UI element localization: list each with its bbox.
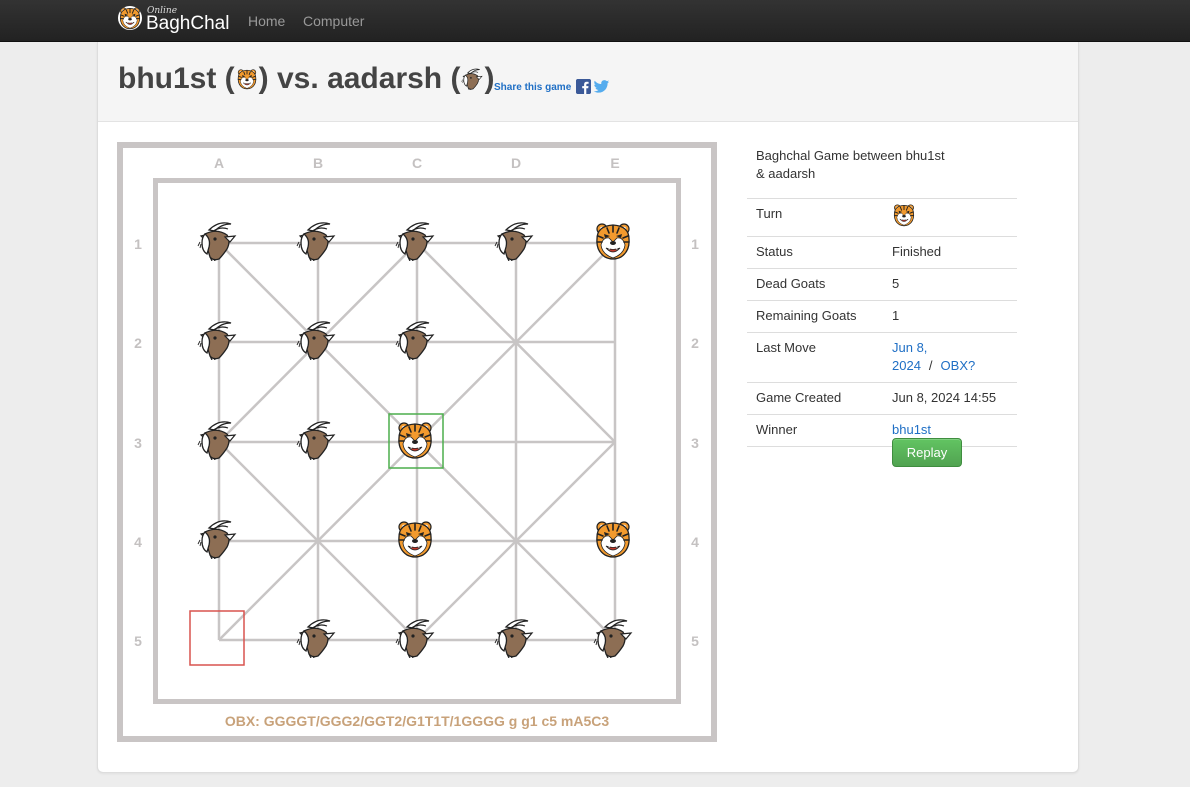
table-row xyxy=(747,446,1017,447)
row-label-2: 2 xyxy=(134,335,142,351)
table-row: Status Finished xyxy=(747,236,1017,269)
status-label: Status xyxy=(747,236,883,269)
game-created-value: Jun 8, 2024 14:55 xyxy=(883,382,1017,415)
row-label-4: 4 xyxy=(691,534,699,550)
tiger-icon[interactable] xyxy=(597,224,629,259)
tiger-icon xyxy=(892,203,916,227)
last-move-date-line2: 2024 xyxy=(892,358,921,373)
tiger-icon[interactable] xyxy=(597,522,629,557)
table-row: Game Created Jun 8, 2024 14:55 xyxy=(747,382,1017,415)
page-title: bhu1st () vs. aadarsh () xyxy=(118,62,495,95)
column-label-b: B xyxy=(313,155,323,171)
remaining-goats-label: Remaining Goats xyxy=(747,300,883,333)
last-move-label: Last Move xyxy=(747,332,883,383)
table-row: Winner bhu1st xyxy=(747,414,1017,447)
column-label-c: C xyxy=(412,155,422,171)
player1-name: bhu1st xyxy=(118,62,217,95)
brand-name: BaghChal xyxy=(146,13,230,34)
replay-button[interactable]: Replay xyxy=(892,438,962,467)
last-move-date-line1: Jun 8, xyxy=(892,340,928,355)
nav-computer-link[interactable]: Computer xyxy=(303,13,364,29)
winner-label: Winner xyxy=(747,414,883,447)
table-row: Remaining Goats 1 xyxy=(747,300,1017,333)
row-label-3: 3 xyxy=(691,435,699,451)
twitter-icon[interactable] xyxy=(593,78,610,95)
row-label-1: 1 xyxy=(134,236,142,252)
game-created-label: Game Created xyxy=(747,382,883,415)
row-label-1: 1 xyxy=(691,236,699,252)
last-move-date-link[interactable]: Jun 8, 2024 xyxy=(892,340,927,373)
row-label-5: 5 xyxy=(691,633,699,649)
table-row: Last Move Jun 8, 2024 / OBX? xyxy=(747,332,1017,383)
share-label: Share this game xyxy=(494,82,572,93)
tiger-icon[interactable] xyxy=(399,522,431,557)
nav-home-link[interactable]: Home xyxy=(248,13,285,29)
game-header: bhu1st () vs. aadarsh () Share this game xyxy=(98,42,1078,122)
table-row: Turn xyxy=(747,198,1017,237)
winner-link[interactable]: bhu1st xyxy=(892,422,931,437)
row-label-4: 4 xyxy=(134,534,142,550)
column-label-a: A xyxy=(214,155,224,171)
row-label-5: 5 xyxy=(134,633,142,649)
player2-name: aadarsh xyxy=(327,62,443,95)
status-value: Finished xyxy=(883,236,1017,269)
obx-notation: OBX: GGGGT/GGG2/GGT2/G1T1T/1GGGG g g1 c5… xyxy=(225,713,610,729)
game-stats-table: Turn Status Finished Dead Goats 5 Remain… xyxy=(747,198,1017,447)
versus-label: vs. xyxy=(277,62,319,95)
row-label-2: 2 xyxy=(691,335,699,351)
game-board[interactable]: A B C D E 1 1 2 2 3 3 4 4 5 5 OBX: GGGGT/GGG2/GGT2/G1T… xyxy=(117,142,717,742)
facebook-icon[interactable] xyxy=(576,79,591,94)
tiger-avatar-icon xyxy=(236,68,258,90)
obx-link[interactable]: OBX? xyxy=(941,358,976,373)
turn-label: Turn xyxy=(747,198,883,237)
column-label-d: D xyxy=(511,155,521,171)
game-description: Baghchal Game between bhu1st & aadarsh xyxy=(756,148,945,181)
table-row: Dead Goats 5 xyxy=(747,268,1017,301)
dead-goats-label: Dead Goats xyxy=(747,268,883,301)
last-move-separator: / xyxy=(928,358,933,373)
tiger-logo-icon xyxy=(118,6,142,30)
top-navbar: Online BaghChal Home Computer xyxy=(0,0,1190,42)
remaining-goats-value: 1 xyxy=(883,300,1017,333)
row-label-3: 3 xyxy=(134,435,142,451)
tiger-icon[interactable] xyxy=(399,423,431,458)
dead-goats-value: 5 xyxy=(883,268,1017,301)
column-label-e: E xyxy=(610,155,619,171)
goat-avatar-icon xyxy=(461,68,483,90)
